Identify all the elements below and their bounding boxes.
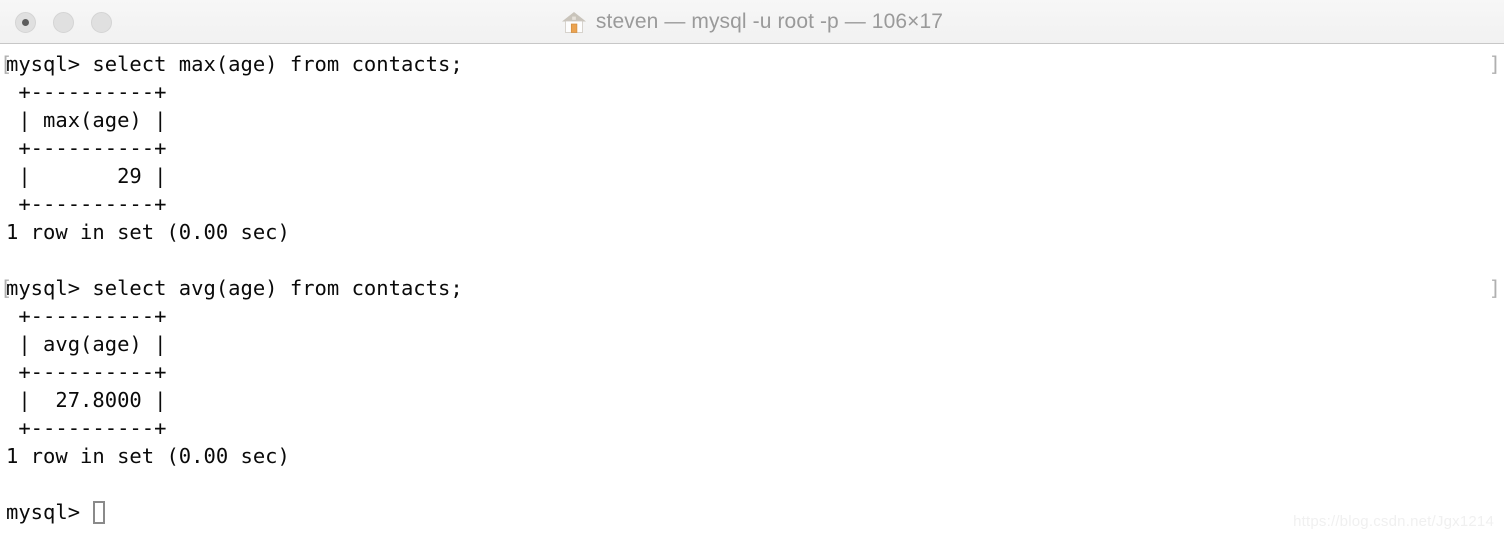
terminal-line: +----------+	[0, 78, 1504, 106]
terminal-line-text: +----------+	[6, 80, 167, 104]
terminal-line: [] mysql> select avg(age) from contacts;	[0, 274, 1504, 302]
terminal-window: steven — mysql -u root -p — 106×17 [] mys…	[0, 0, 1504, 536]
terminal-line-text: mysql> select avg(age) from contacts;	[6, 276, 463, 300]
watermark: https://blog.csdn.net/Jgx1214	[1293, 513, 1494, 530]
terminal-line: 1 row in set (0.00 sec)	[0, 442, 1504, 470]
close-dot-icon	[22, 18, 29, 26]
terminal-line-text: +----------+	[6, 136, 167, 160]
zoom-button[interactable]	[91, 11, 112, 33]
window-controls	[15, 0, 112, 44]
terminal-line: | max(age) |	[0, 106, 1504, 134]
close-button[interactable]	[15, 11, 36, 33]
terminal-line-text: mysql> select max(age) from contacts;	[6, 52, 463, 76]
prompt-mark-left: [	[0, 276, 13, 300]
house-icon	[561, 11, 586, 33]
terminal-line: [] mysql> select max(age) from contacts;	[0, 50, 1504, 78]
terminal-line-text: +----------+	[6, 360, 167, 384]
terminal-line-text: 1 row in set (0.00 sec)	[6, 220, 290, 244]
terminal-output: [] mysql> select max(age) from contacts; …	[0, 50, 1504, 526]
terminal-line: +----------+	[0, 414, 1504, 442]
terminal-line-text: 1 row in set (0.00 sec)	[6, 444, 290, 468]
prompt-mark-right: ]	[1488, 276, 1501, 300]
window-title: steven — mysql -u root -p — 106×17	[595, 9, 944, 33]
terminal-line-text: | 29 |	[6, 164, 167, 188]
terminal-line-text: +----------+	[6, 416, 167, 440]
terminal-line-text: +----------+	[6, 192, 167, 216]
terminal-line: +----------+	[0, 302, 1504, 330]
terminal-line-text: | max(age) |	[6, 108, 167, 132]
terminal-line: +----------+	[0, 190, 1504, 218]
window-titlebar[interactable]: steven — mysql -u root -p — 106×17	[0, 0, 1504, 44]
terminal-line: mysql>	[0, 498, 1504, 526]
text-cursor	[93, 501, 106, 524]
terminal-line: +----------+	[0, 358, 1504, 386]
terminal-line-text: | avg(age) |	[6, 332, 167, 356]
prompt-mark-left: [	[0, 52, 13, 76]
terminal-line: +----------+	[0, 134, 1504, 162]
terminal-line: | avg(age) |	[0, 330, 1504, 358]
terminal-line: 1 row in set (0.00 sec)	[0, 218, 1504, 246]
terminal-line-text: +----------+	[6, 304, 167, 328]
prompt-mark-right: ]	[1488, 52, 1501, 76]
terminal-line-text: mysql>	[6, 500, 93, 524]
terminal-line: | 29 |	[0, 162, 1504, 190]
terminal-line: | 27.8000 |	[0, 386, 1504, 414]
window-title-group: steven — mysql -u root -p — 106×17	[561, 10, 943, 34]
terminal-content[interactable]: [] mysql> select max(age) from contacts; …	[0, 44, 1504, 536]
minimize-button[interactable]	[53, 11, 74, 33]
terminal-line-text: | 27.8000 |	[6, 388, 167, 412]
